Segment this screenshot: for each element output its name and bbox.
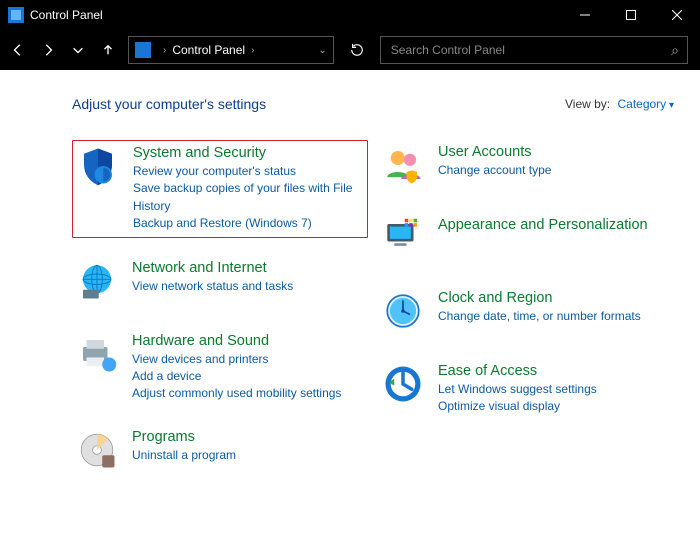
view-by-value[interactable]: Category bbox=[617, 97, 674, 111]
maximize-button[interactable] bbox=[608, 0, 654, 30]
globe-icon bbox=[76, 260, 120, 307]
category-network-internet: Network and Internet View network status… bbox=[72, 256, 368, 311]
task-link[interactable]: Optimize visual display bbox=[438, 398, 597, 415]
content-area: Adjust your computer's settings View by:… bbox=[0, 70, 700, 541]
close-button[interactable] bbox=[654, 0, 700, 30]
disc-icon bbox=[76, 429, 120, 476]
task-link[interactable]: Review your computer's status bbox=[133, 163, 363, 180]
search-input[interactable] bbox=[389, 42, 671, 58]
category-title[interactable]: System and Security bbox=[133, 145, 363, 161]
printer-icon bbox=[76, 333, 120, 403]
ease-access-icon bbox=[382, 363, 426, 416]
task-link[interactable]: View network status and tasks bbox=[132, 278, 293, 295]
control-panel-icon bbox=[135, 42, 151, 58]
up-button[interactable] bbox=[94, 36, 122, 64]
category-clock-region: Clock and Region Change date, time, or n… bbox=[378, 286, 674, 341]
category-programs: Programs Uninstall a program bbox=[72, 425, 368, 480]
chevron-right-icon[interactable]: › bbox=[251, 45, 254, 56]
minimize-button[interactable] bbox=[562, 0, 608, 30]
address-bar[interactable]: › Control Panel › ⌄ bbox=[128, 36, 334, 64]
category-title[interactable]: Clock and Region bbox=[438, 290, 641, 306]
category-title[interactable]: Programs bbox=[132, 429, 236, 445]
right-column: User Accounts Change account type Appear… bbox=[378, 140, 674, 498]
chevron-right-icon[interactable]: › bbox=[163, 45, 166, 56]
forward-button[interactable] bbox=[34, 36, 62, 64]
view-by: View by: Category bbox=[565, 97, 674, 111]
page-heading: Adjust your computer's settings bbox=[72, 96, 565, 112]
back-button[interactable] bbox=[4, 36, 32, 64]
task-link[interactable]: View devices and printers bbox=[132, 351, 341, 368]
clock-icon bbox=[382, 290, 426, 337]
task-link[interactable]: Change date, time, or number formats bbox=[438, 308, 641, 325]
category-title[interactable]: Ease of Access bbox=[438, 363, 597, 379]
task-link[interactable]: Add a device bbox=[132, 368, 341, 385]
window-title: Control Panel bbox=[30, 8, 562, 22]
title-bar: Control Panel bbox=[0, 0, 700, 30]
category-title[interactable]: Network and Internet bbox=[132, 260, 293, 276]
category-appearance-personalization: Appearance and Personalization bbox=[378, 213, 674, 268]
category-title[interactable]: Appearance and Personalization bbox=[438, 217, 648, 233]
breadcrumb-root[interactable]: Control Panel bbox=[172, 43, 245, 57]
refresh-button[interactable] bbox=[342, 35, 372, 65]
task-link[interactable]: Uninstall a program bbox=[132, 447, 236, 464]
heading-row: Adjust your computer's settings View by:… bbox=[72, 96, 674, 112]
category-hardware-sound: Hardware and Sound View devices and prin… bbox=[72, 329, 368, 407]
task-link[interactable]: Let Windows suggest settings bbox=[438, 381, 597, 398]
monitor-palette-icon bbox=[382, 217, 426, 264]
task-link[interactable]: Backup and Restore (Windows 7) bbox=[133, 215, 363, 232]
category-columns: System and Security Review your computer… bbox=[72, 140, 674, 498]
search-box[interactable]: ⌕ bbox=[380, 36, 688, 64]
window-icon bbox=[8, 7, 24, 23]
category-title[interactable]: Hardware and Sound bbox=[132, 333, 341, 349]
shield-icon bbox=[77, 145, 121, 233]
search-icon[interactable]: ⌕ bbox=[671, 42, 679, 59]
category-user-accounts: User Accounts Change account type bbox=[378, 140, 674, 195]
navigation-bar: › Control Panel › ⌄ ⌕ bbox=[0, 30, 700, 70]
category-system-security: System and Security Review your computer… bbox=[72, 140, 368, 238]
task-link[interactable]: Change account type bbox=[438, 162, 551, 179]
recent-dropdown[interactable] bbox=[64, 36, 92, 64]
task-link[interactable]: Adjust commonly used mobility settings bbox=[132, 385, 341, 402]
users-icon bbox=[382, 144, 426, 191]
view-by-label: View by: bbox=[565, 97, 610, 111]
address-dropdown[interactable]: ⌄ bbox=[318, 45, 326, 56]
task-link[interactable]: Save backup copies of your files with Fi… bbox=[133, 180, 363, 215]
left-column: System and Security Review your computer… bbox=[72, 140, 368, 498]
category-title[interactable]: User Accounts bbox=[438, 144, 551, 160]
category-ease-of-access: Ease of Access Let Windows suggest setti… bbox=[378, 359, 674, 420]
